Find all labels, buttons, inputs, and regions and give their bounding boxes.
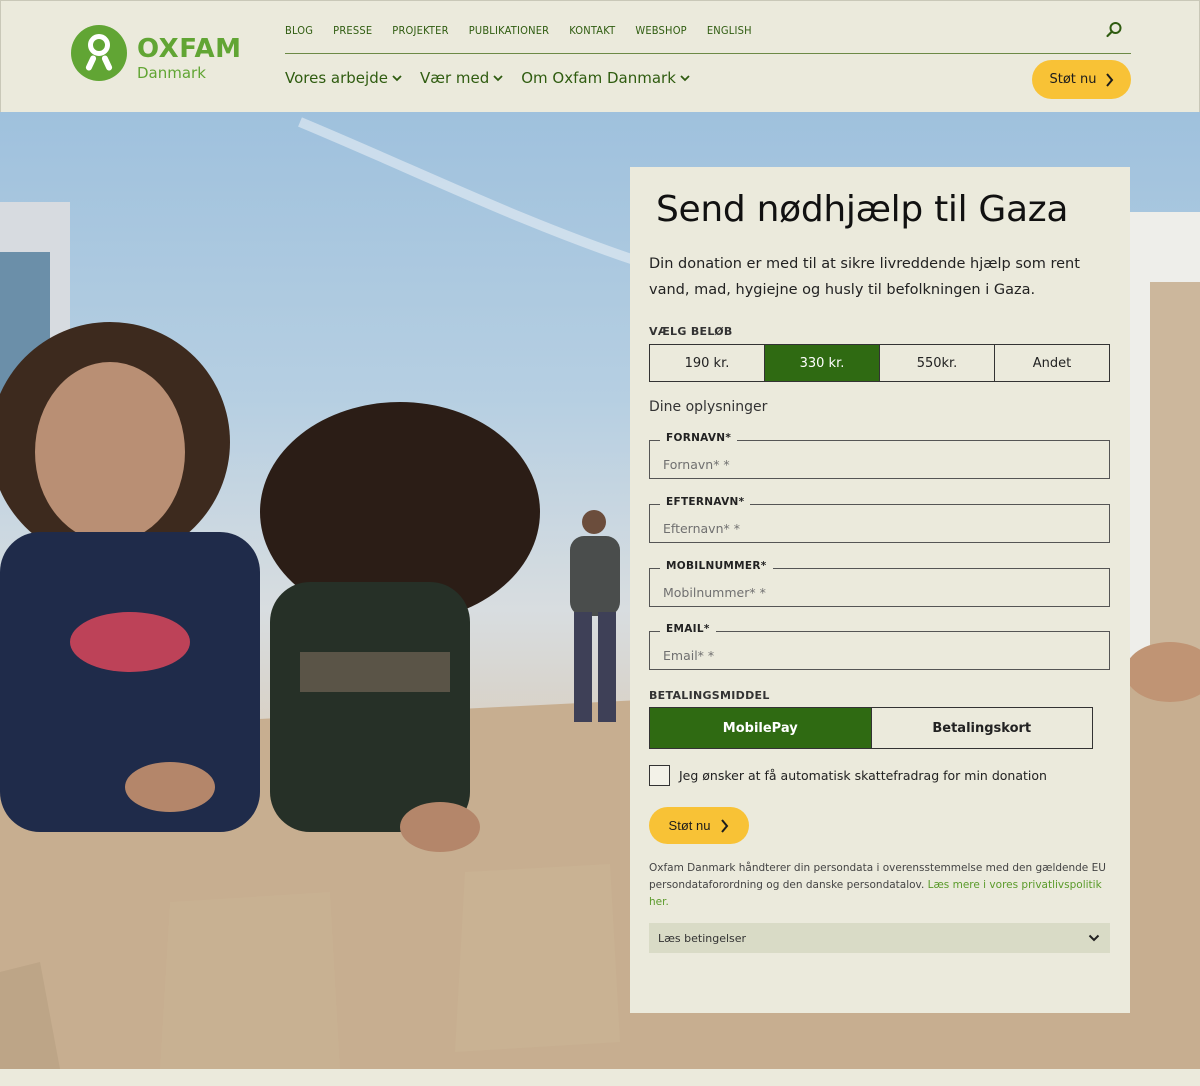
main-nav-vores-arbejde[interactable]: Vores arbejde (285, 69, 402, 87)
last-name-field: EFTERNAVN* (649, 496, 1110, 543)
main-nav-om-oxfam[interactable]: Om Oxfam Danmark (521, 69, 690, 87)
terms-accordion[interactable]: Læs betingelser (649, 923, 1110, 953)
main-nav: Vores arbejde Vær med Om Oxfam Danmark (285, 69, 708, 87)
payment-selector: MobilePay Betalingskort (649, 707, 1093, 749)
amount-option-andet[interactable]: Andet (995, 345, 1109, 381)
email-input[interactable] (650, 632, 1109, 669)
chevron-down-icon (493, 74, 503, 81)
search-icon[interactable] (1105, 21, 1123, 39)
amount-label: VÆLG BELØB (649, 325, 733, 338)
first-name-field: FORNAVN* (649, 432, 1110, 479)
donation-form-panel: Send nødhjælp til Gaza Din donation er m… (630, 167, 1130, 1013)
amount-selector: 190 kr. 330 kr. 550kr. Andet (649, 344, 1110, 382)
email-field: EMAIL* (649, 623, 1110, 670)
top-nav-blog[interactable]: BLOG (285, 24, 313, 37)
top-nav-kontakt[interactable]: KONTAKT (569, 24, 615, 37)
mobile-input[interactable] (650, 569, 1109, 606)
tax-deduction-row[interactable]: Jeg ønsker at få automatisk skattefradra… (649, 765, 1047, 786)
last-name-input[interactable] (650, 505, 1109, 542)
amount-option-330[interactable]: 330 kr. (765, 345, 880, 381)
top-nav-presse[interactable]: PRESSE (333, 24, 372, 37)
submit-donation-button[interactable]: Støt nu (649, 807, 749, 844)
chevron-down-icon (1088, 934, 1100, 942)
form-intro: Din donation er med til at sikre livredd… (649, 256, 1080, 298)
top-nav-webshop[interactable]: WEBSHOP (635, 24, 687, 37)
top-nav-english[interactable]: ENGLISH (707, 24, 752, 37)
chevron-right-icon (1105, 72, 1113, 87)
chevron-down-icon (392, 74, 402, 81)
details-title: Dine oplysninger (649, 399, 768, 415)
payment-label: BETALINGSMIDDEL (649, 689, 770, 702)
top-nav-projekter[interactable]: PROJEKTER (392, 24, 448, 37)
logo-country: Danmark (137, 64, 206, 82)
payment-option-mobilepay[interactable]: MobilePay (650, 708, 872, 748)
form-title: Send nødhjælp til Gaza (656, 189, 1069, 230)
site-header: OXFAM Danmark BLOG PRESSE PROJEKTER PUBL… (0, 0, 1200, 112)
oxfam-logo-icon (71, 25, 127, 81)
tax-deduction-label: Jeg ønsker at få automatisk skattefradra… (679, 768, 1047, 783)
oxfam-logo[interactable]: OXFAM Danmark (71, 25, 242, 82)
footer-strip (0, 1069, 1200, 1086)
payment-option-card[interactable]: Betalingskort (872, 708, 1093, 748)
top-nav: BLOG PRESSE PROJEKTER PUBLIKATIONER KONT… (285, 24, 772, 37)
main-nav-vaer-med[interactable]: Vær med (420, 69, 503, 87)
logo-brand: OXFAM (137, 34, 242, 64)
terms-label: Læs betingelser (658, 931, 747, 945)
chevron-right-icon (721, 818, 729, 833)
top-nav-publikationer[interactable]: PUBLIKATIONER (469, 24, 550, 37)
amount-option-550[interactable]: 550kr. (880, 345, 995, 381)
header-support-button[interactable]: Støt nu (1032, 60, 1131, 99)
mobile-field: MOBILNUMMER* (649, 560, 1110, 607)
amount-option-190[interactable]: 190 kr. (650, 345, 765, 381)
tax-deduction-checkbox[interactable] (649, 765, 670, 786)
first-name-input[interactable] (650, 441, 1109, 478)
chevron-down-icon (680, 74, 690, 81)
nav-divider (285, 53, 1131, 54)
privacy-notice: Oxfam Danmark håndterer din persondata i… (649, 862, 1106, 908)
